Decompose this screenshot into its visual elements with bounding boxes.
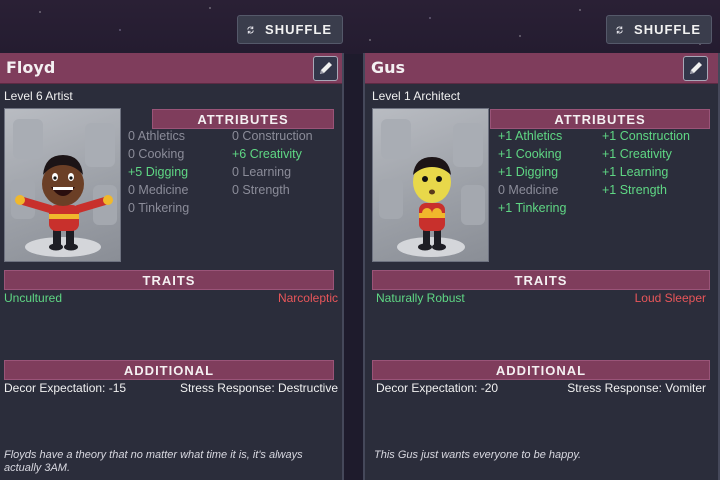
traits-row: Uncultured Narcoleptic (4, 291, 338, 305)
shuffle-button-gus[interactable]: SHUFFLE (606, 15, 712, 44)
attribute-item: +1 Digging (498, 165, 559, 179)
attributes-header: ATTRIBUTES (152, 109, 334, 129)
traits-row: Naturally Robust Loud Sleeper (376, 291, 706, 305)
attribute-item: +1 Learning (602, 165, 669, 179)
attribute-item: +1 Athletics (498, 129, 563, 143)
shuffle-icon (616, 25, 623, 34)
edit-name-button[interactable] (683, 56, 708, 81)
attribute-item: +1 Construction (602, 129, 690, 143)
traits-header: TRAITS (4, 270, 334, 290)
attribute-item: 0 Strength (232, 183, 290, 197)
level-role: Level 6 Artist (4, 89, 73, 103)
attribute-item: 0 Athletics (128, 129, 185, 143)
dupe-card-floyd: Floyd Level 6 Artist ATTRIBUTES 0 Athlet… (0, 53, 344, 480)
pencil-icon (320, 62, 332, 74)
attribute-item: +6 Creativity (232, 147, 302, 161)
floyd-portrait-image (11, 119, 117, 257)
traits-header: TRAITS (372, 270, 710, 290)
pencil-icon (690, 62, 702, 74)
gus-portrait-image (379, 119, 485, 257)
attribute-item: +1 Strength (602, 183, 667, 197)
attribute-item: +1 Cooking (498, 147, 562, 161)
attribute-item: +1 Tinkering (498, 201, 567, 215)
shuffle-icon (247, 25, 254, 34)
attribute-item: 0 Medicine (498, 183, 559, 197)
attribute-item: +1 Creativity (602, 147, 672, 161)
attributes-header: ATTRIBUTES (490, 109, 710, 129)
attributes-list: +1 Athletics +1 Construction +1 Cooking +1 … (498, 129, 708, 216)
additional-row: Decor Expectation: -15 Stress Response: … (4, 381, 338, 395)
attribute-item: 0 Construction (232, 129, 313, 143)
additional-header: ADDITIONAL (4, 360, 334, 380)
attributes-list: 0 Athletics 0 Construction 0 Cooking +6 Cre… (128, 129, 338, 216)
shuffle-button-floyd[interactable]: SHUFFLE (237, 15, 343, 44)
attribute-item: 0 Tinkering (128, 201, 190, 215)
name-bar: Floyd (0, 53, 342, 84)
dupe-name: Floyd (6, 58, 56, 77)
shuffle-label: SHUFFLE (634, 22, 701, 37)
dupe-name: Gus (371, 58, 406, 77)
attribute-item: 0 Learning (232, 165, 292, 179)
negative-trait: Loud Sleeper (634, 291, 706, 305)
level-role: Level 1 Architect (372, 89, 461, 103)
stress-response: Stress Response: Vomiter (567, 381, 706, 395)
decor-expectation: Decor Expectation: -15 (4, 381, 127, 395)
additional-row: Decor Expectation: -20 Stress Response: … (376, 381, 706, 395)
attribute-item: 0 Cooking (128, 147, 185, 161)
dupe-portrait (4, 108, 121, 262)
attribute-item: +5 Digging (128, 165, 189, 179)
dupe-card-gus: Gus Level 1 Architect ATTRIBUTES +1 Athl… (363, 53, 720, 480)
name-bar: Gus (365, 53, 718, 84)
flavor-text: Floyds have a theory that no matter what… (4, 449, 303, 474)
additional-header: ADDITIONAL (372, 360, 710, 380)
edit-name-button[interactable] (313, 56, 338, 81)
stress-response: Stress Response: Destructive (179, 381, 338, 395)
attribute-item: 0 Medicine (128, 183, 189, 197)
dupe-portrait (372, 108, 489, 262)
positive-trait: Uncultured (4, 291, 63, 305)
shuffle-label: SHUFFLE (265, 22, 332, 37)
decor-expectation: Decor Expectation: -20 (376, 381, 499, 395)
negative-trait: Narcoleptic (277, 291, 338, 305)
flavor-text: This Gus just wants everyone to be happy… (374, 449, 582, 461)
positive-trait: Naturally Robust (376, 291, 465, 305)
